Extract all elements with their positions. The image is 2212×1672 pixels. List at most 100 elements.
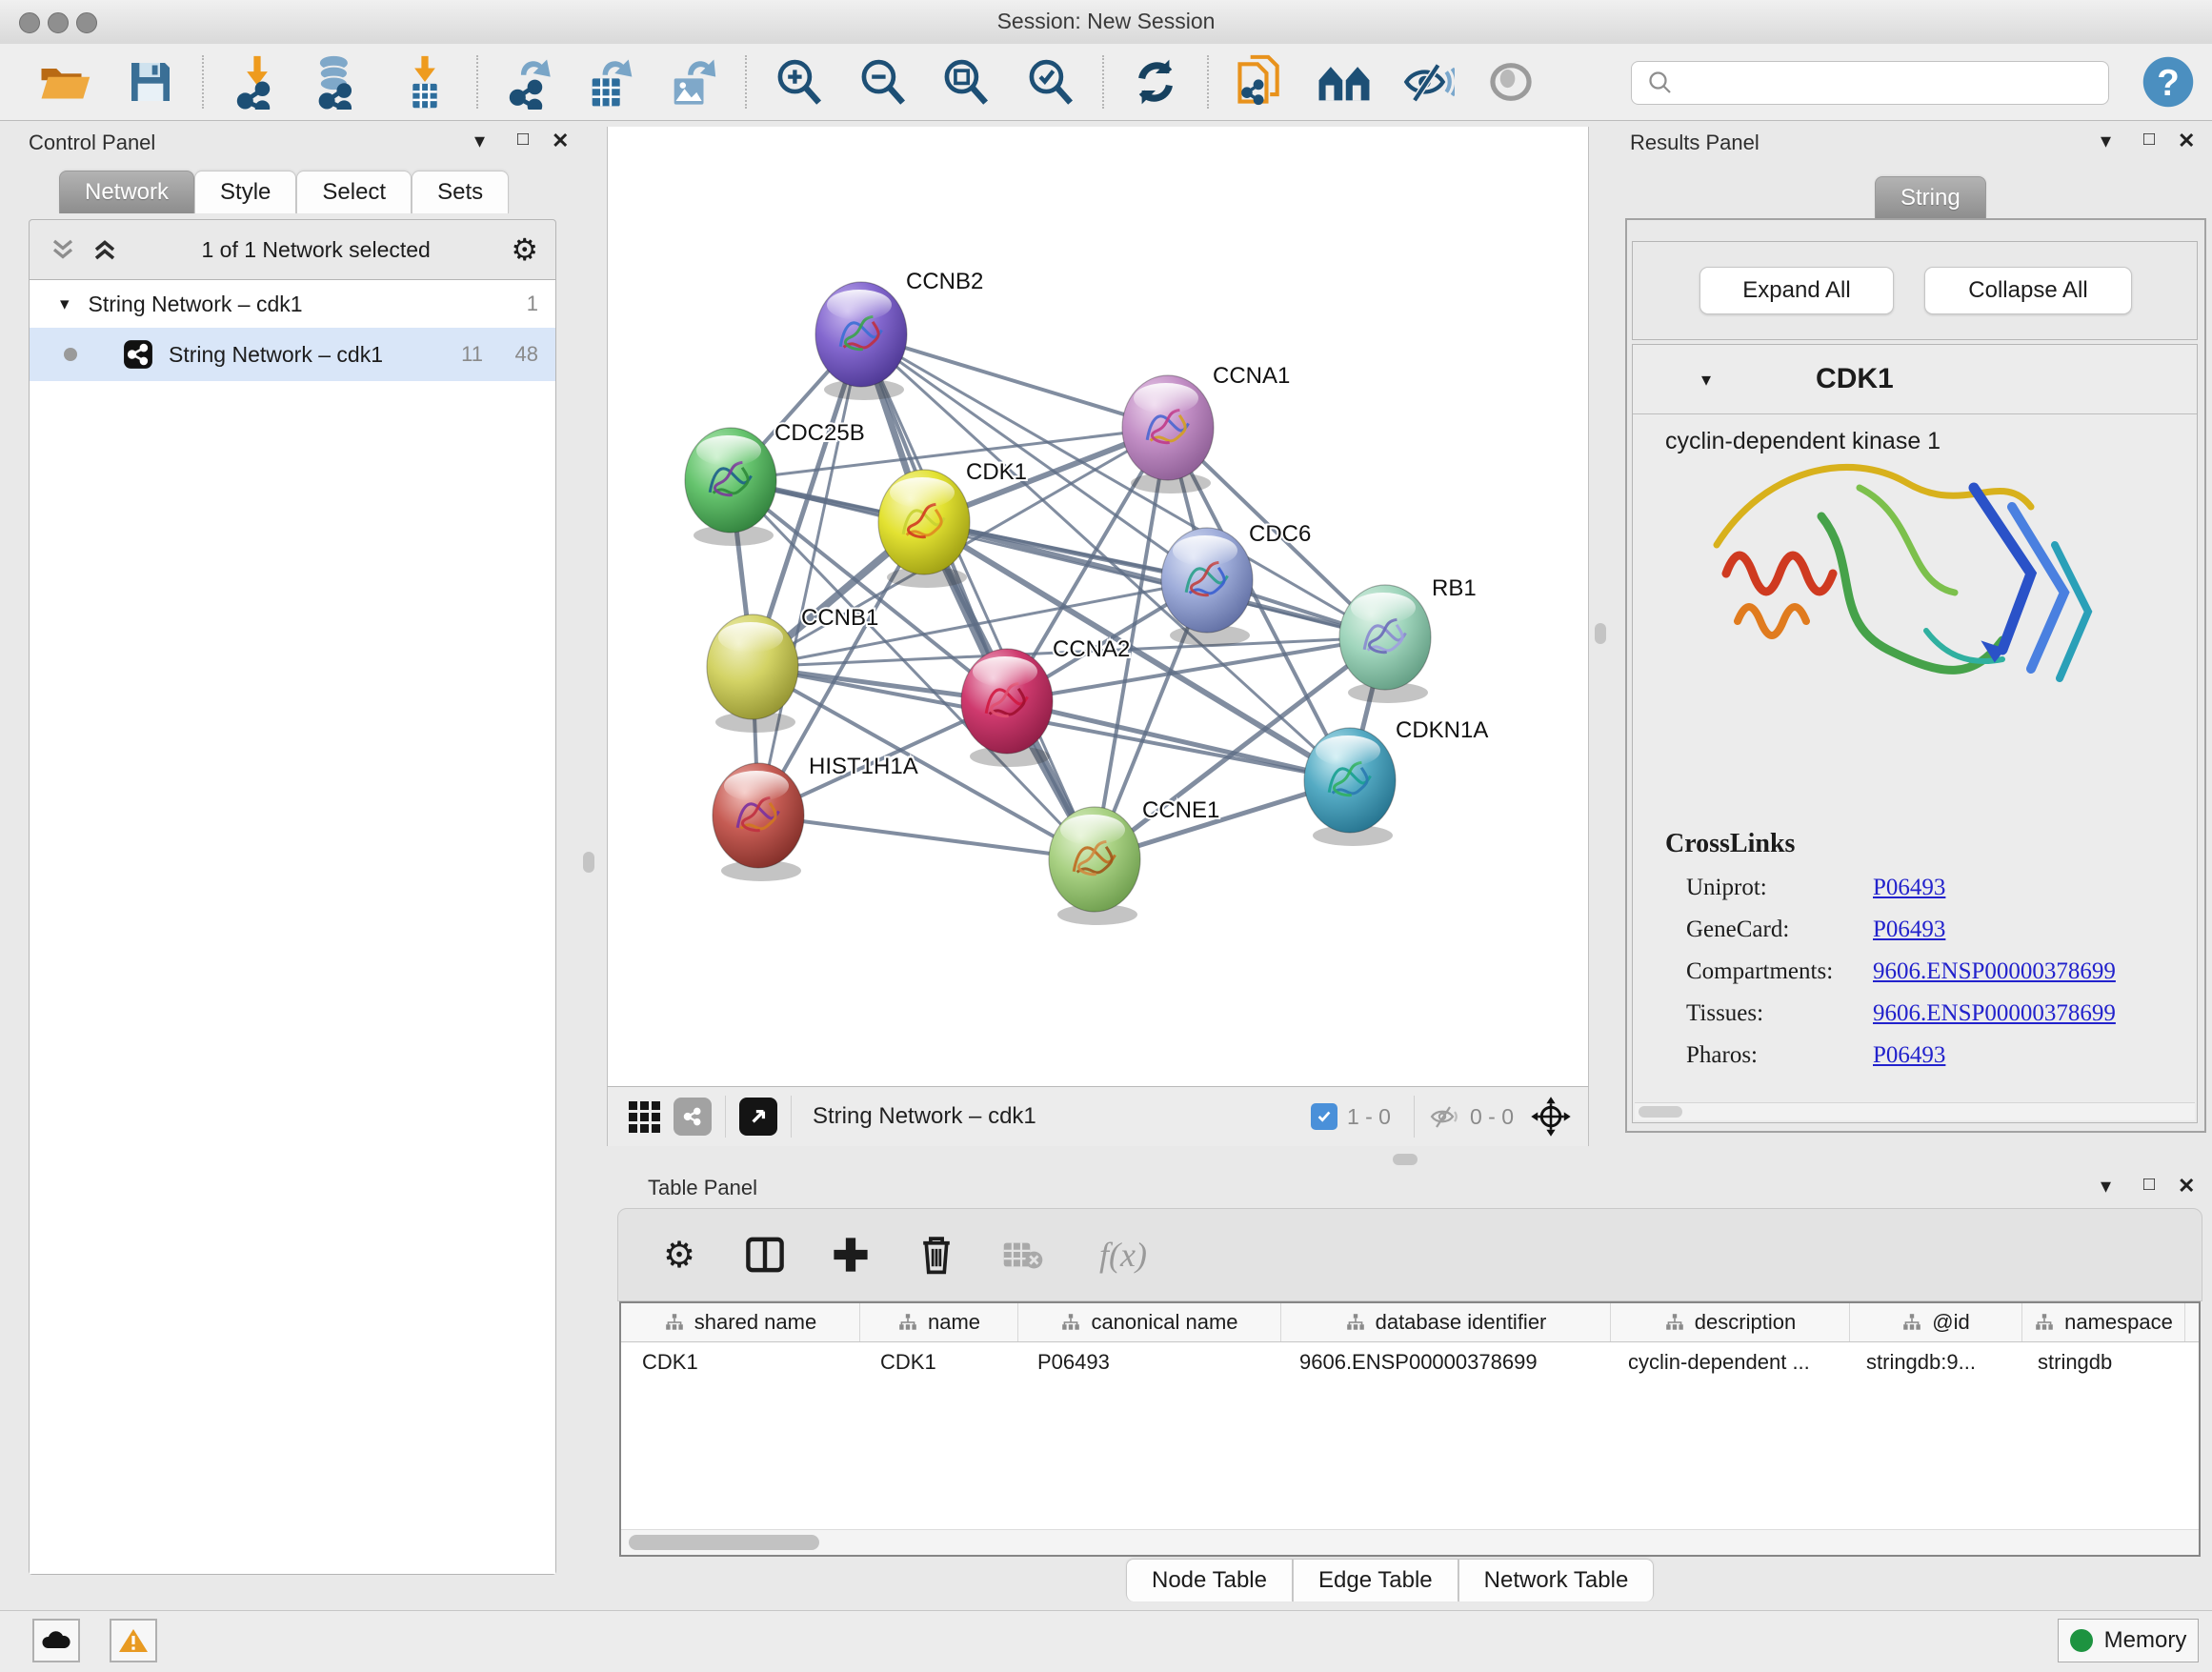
network-node-CCNE1[interactable] xyxy=(1049,807,1140,925)
network-node-RB1[interactable] xyxy=(1339,585,1431,703)
export-table-button[interactable] xyxy=(577,53,638,111)
tree-expander-icon[interactable]: ▾ xyxy=(60,293,70,315)
scrollbar-thumb[interactable] xyxy=(629,1535,819,1550)
toolbar-separator xyxy=(1414,1096,1415,1138)
title-bar: Session: New Session xyxy=(0,0,2212,45)
network-node-CCNB2[interactable] xyxy=(815,282,907,400)
node-label-CDC25B: CDC25B xyxy=(774,420,865,446)
apply-layout-button[interactable] xyxy=(1125,53,1186,111)
tab-string[interactable]: String xyxy=(1875,176,1986,219)
save-session-button[interactable] xyxy=(120,53,181,111)
crosslink-link[interactable]: 9606.ENSP00000378699 xyxy=(1873,1000,2116,1026)
import-network-file-button[interactable] xyxy=(227,53,288,111)
toolbar-separator xyxy=(1102,55,1104,109)
export-network-button[interactable] xyxy=(499,53,560,111)
network-edge xyxy=(861,334,1095,859)
protein-structure-image xyxy=(1688,431,2136,745)
network-edges[interactable] xyxy=(731,334,1385,859)
tab-style[interactable]: Style xyxy=(194,171,296,213)
network-row[interactable]: String Network – cdk1 11 48 xyxy=(30,328,555,381)
scrollbar-thumb[interactable] xyxy=(1639,1106,1682,1118)
open-session-button[interactable] xyxy=(34,53,95,111)
tab-sets[interactable]: Sets xyxy=(412,171,509,213)
gear-icon[interactable]: ⚙ xyxy=(511,232,538,268)
zoom-fit-button[interactable] xyxy=(935,53,995,111)
tab-node-table[interactable]: Node Table xyxy=(1126,1559,1293,1601)
undock-panel-icon[interactable]: □ xyxy=(2143,129,2155,151)
results-horizontal-scrollbar[interactable] xyxy=(1635,1102,2195,1120)
svg-text:?: ? xyxy=(2157,63,2180,104)
memory-status-dot xyxy=(2070,1629,2093,1652)
crosshair-icon[interactable] xyxy=(1529,1095,1573,1138)
left-splitter-handle[interactable] xyxy=(583,852,594,873)
collapse-entry-icon[interactable]: ▾ xyxy=(1701,368,1711,392)
network-node-CDC25B[interactable] xyxy=(685,428,776,546)
tab-network[interactable]: Network xyxy=(59,171,194,213)
network-node-HIST1H1A[interactable] xyxy=(713,763,804,881)
grid-view-icon[interactable] xyxy=(629,1101,660,1133)
network-graph[interactable]: CCNB2CCNA1CDC25BCDK1CDC6RB1CCNB1CCNA2CDK… xyxy=(608,127,1588,1086)
column-header-sharedname[interactable]: shared name xyxy=(621,1303,860,1341)
crosslink-link[interactable]: 9606.ENSP00000378699 xyxy=(1873,958,2116,984)
network-node-CDC6[interactable] xyxy=(1161,528,1253,646)
expand-all-button[interactable]: Expand All xyxy=(1699,267,1894,314)
float-panel-icon[interactable]: ▾ xyxy=(2101,129,2111,153)
delete-column-icon[interactable] xyxy=(912,1230,961,1279)
zoom-out-button[interactable] xyxy=(852,53,913,111)
network-share-toggle-icon[interactable] xyxy=(674,1098,712,1136)
import-table-button[interactable] xyxy=(394,53,455,111)
search-input[interactable] xyxy=(1679,71,2108,95)
undock-panel-icon[interactable]: □ xyxy=(517,129,529,151)
clone-network-button[interactable] xyxy=(1229,53,1290,111)
close-panel-icon[interactable]: ✕ xyxy=(2178,129,2195,153)
warnings-button[interactable] xyxy=(110,1619,157,1662)
birds-eye-view-icon[interactable] xyxy=(739,1098,777,1136)
node-result-header[interactable]: ▾ CDK1 xyxy=(1633,345,2197,414)
float-panel-icon[interactable]: ▾ xyxy=(474,129,485,153)
network-collection-row[interactable]: ▾ String Network – cdk1 1 xyxy=(30,280,555,328)
zoom-out-icon xyxy=(856,56,908,108)
cloud-button[interactable] xyxy=(32,1619,80,1662)
crosslink-label: Pharos: xyxy=(1686,1042,1873,1069)
refresh-icon xyxy=(1130,56,1181,108)
table-cell[interactable]: CDK1 xyxy=(621,1350,859,1375)
network-panel-box: 1 of 1 Network selected ⚙ ▾ String Netwo… xyxy=(29,219,556,1575)
collapse-all-chevron-icon[interactable] xyxy=(47,235,79,264)
column-header-canonicalname[interactable]: canonical name xyxy=(1018,1303,1281,1341)
node-label-RB1: RB1 xyxy=(1432,575,1477,601)
network-node-CDKN1A[interactable] xyxy=(1304,728,1396,846)
expand-all-chevron-icon[interactable] xyxy=(89,235,121,264)
add-column-icon[interactable] xyxy=(826,1230,875,1279)
right-splitter-handle[interactable] xyxy=(1595,623,1606,644)
network-canvas[interactable]: CCNB2CCNA1CDC25BCDK1CDC6RB1CCNB1CCNA2CDK… xyxy=(607,127,1589,1086)
network-node-CCNA1[interactable] xyxy=(1122,375,1214,494)
network-node-CCNB1[interactable] xyxy=(707,614,798,733)
collapse-all-button[interactable]: Collapse All xyxy=(1924,267,2132,314)
gear-icon[interactable]: ⚙ xyxy=(654,1230,704,1279)
memory-button[interactable]: Memory xyxy=(2058,1619,2199,1662)
crosslink-link[interactable]: P06493 xyxy=(1873,875,1945,900)
table-cell[interactable]: CDK1 xyxy=(859,1350,1016,1375)
selected-checkbox-icon[interactable] xyxy=(1311,1103,1337,1130)
main-toolbar: ? xyxy=(0,44,2212,121)
bottom-splitter-handle[interactable] xyxy=(1393,1154,1418,1165)
help-button[interactable]: ? xyxy=(2138,53,2199,111)
zoom-in-button[interactable] xyxy=(768,53,829,111)
table-cell[interactable]: 9606.ENSP00000378699 xyxy=(1278,1350,1607,1375)
crosslink-link[interactable]: P06493 xyxy=(1873,917,1945,942)
columns-icon[interactable] xyxy=(740,1230,790,1279)
close-panel-icon[interactable]: ✕ xyxy=(552,129,569,153)
node-result-entry: ▾ CDK1 cyclin-dependent kinase 1 xyxy=(1632,344,2198,1123)
column-header-databaseidentifier[interactable]: database identifier xyxy=(1281,1303,1611,1341)
tab-edge-table[interactable]: Edge Table xyxy=(1293,1559,1458,1601)
crosslink-link[interactable]: P06493 xyxy=(1873,1042,1945,1068)
first-neighbors-button[interactable] xyxy=(1314,53,1375,111)
table-cell[interactable]: P06493 xyxy=(1016,1350,1278,1375)
hide-selected-button[interactable] xyxy=(1398,53,1458,111)
import-network-database-button[interactable] xyxy=(307,53,368,111)
column-header-name[interactable]: name xyxy=(860,1303,1018,1341)
export-table-icon xyxy=(581,54,634,110)
tab-select[interactable]: Select xyxy=(296,171,412,213)
zoom-selected-button[interactable] xyxy=(1019,53,1080,111)
export-image-button[interactable] xyxy=(659,53,720,111)
